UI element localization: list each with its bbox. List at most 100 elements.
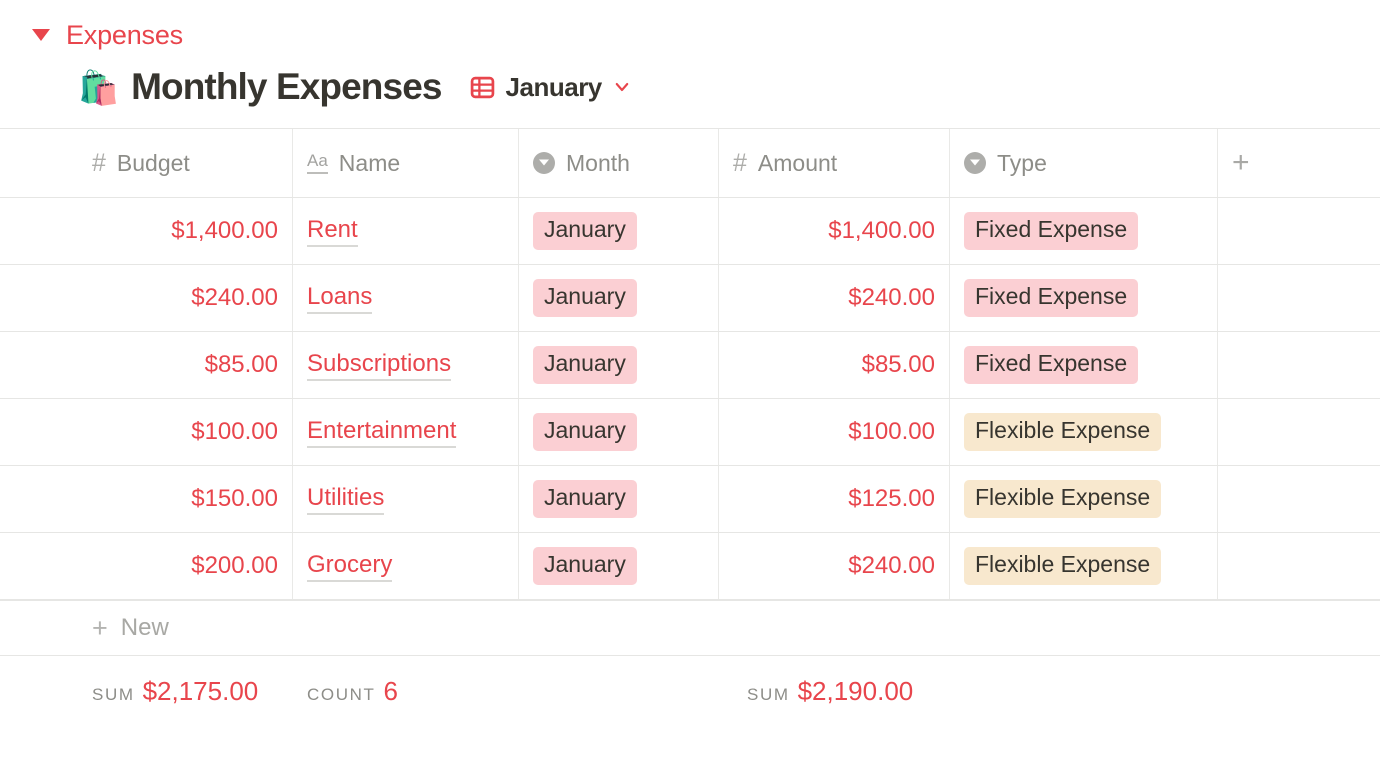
view-selector[interactable]: January <box>470 72 631 103</box>
cell-month[interactable]: January <box>519 399 719 465</box>
month-tag: January <box>533 212 637 250</box>
type-tag: Fixed Expense <box>964 212 1139 250</box>
column-header-month[interactable]: Month <box>519 129 719 197</box>
row-title-link[interactable]: Subscriptions <box>307 350 452 381</box>
month-tag: January <box>533 279 637 317</box>
cell-amount[interactable]: $1,400.00 <box>719 198 950 264</box>
amount-value: $100.00 <box>848 418 935 445</box>
budget-value: $200.00 <box>191 552 278 579</box>
number-hash-icon: # <box>733 148 747 177</box>
column-header-label: Amount <box>757 149 838 176</box>
row-gutter <box>0 265 78 331</box>
cell-budget[interactable]: $150.00 <box>78 466 293 532</box>
month-tag: January <box>533 346 637 384</box>
add-column-button[interactable]: + <box>1218 129 1380 197</box>
aggregate-label: SUM <box>747 685 790 704</box>
column-header-budget[interactable]: # Budget <box>78 129 293 197</box>
cell-name[interactable]: Utilities <box>293 466 519 532</box>
table-row[interactable]: $240.00 Loans January $240.00 Fixed Expe… <box>0 264 1380 331</box>
cell-type[interactable]: Fixed Expense <box>950 198 1218 264</box>
row-gutter <box>0 533 78 599</box>
new-row-inner[interactable]: + New <box>78 614 169 642</box>
month-tag: January <box>533 413 637 451</box>
cell-name[interactable]: Grocery <box>293 533 519 599</box>
row-title-link[interactable]: Rent <box>307 216 358 247</box>
budget-value: $150.00 <box>191 485 278 512</box>
chevron-down-icon[interactable] <box>613 78 631 96</box>
table-row[interactable]: $1,400.00 Rent January $1,400.00 Fixed E… <box>0 197 1380 264</box>
cell-budget[interactable]: $100.00 <box>78 399 293 465</box>
budget-value: $240.00 <box>191 284 278 311</box>
select-circle-icon <box>533 152 555 174</box>
column-header-label: Type <box>997 149 1047 176</box>
column-header-label: Month <box>566 149 630 176</box>
cell-month[interactable]: January <box>519 265 719 331</box>
row-title-link[interactable]: Entertainment <box>307 417 457 448</box>
cell-name[interactable]: Rent <box>293 198 519 264</box>
cell-amount[interactable]: $240.00 <box>719 533 950 599</box>
column-header-name[interactable]: Aa Name <box>293 129 519 197</box>
footer-type-empty[interactable] <box>950 656 1218 726</box>
amount-value: $125.00 <box>848 485 935 512</box>
cell-month[interactable]: January <box>519 533 719 599</box>
cell-budget[interactable]: $240.00 <box>78 265 293 331</box>
cell-budget[interactable]: $85.00 <box>78 332 293 398</box>
cell-month[interactable]: January <box>519 332 719 398</box>
cell-type[interactable]: Flexible Expense <box>950 533 1218 599</box>
row-title-link[interactable]: Utilities <box>307 484 385 515</box>
amount-value: $240.00 <box>848 284 935 311</box>
cell-name[interactable]: Entertainment <box>293 399 519 465</box>
cell-amount[interactable]: $85.00 <box>719 332 950 398</box>
cell-month[interactable]: January <box>519 198 719 264</box>
type-tag: Flexible Expense <box>964 413 1162 451</box>
type-tag: Fixed Expense <box>964 279 1139 317</box>
row-gutter <box>0 466 78 532</box>
cell-type[interactable]: Fixed Expense <box>950 265 1218 331</box>
column-header-amount[interactable]: # Amount <box>719 129 950 197</box>
table-row[interactable]: $150.00 Utilities January $125.00 Flexib… <box>0 465 1380 532</box>
row-title-link[interactable]: Grocery <box>307 551 393 582</box>
aggregate-label: COUNT <box>307 685 376 704</box>
view-name: January <box>505 71 603 102</box>
cell-budget[interactable]: $200.00 <box>78 533 293 599</box>
text-aa-icon: Aa <box>307 151 328 174</box>
footer-name-count[interactable]: COUNT 6 <box>293 656 519 726</box>
month-tag: January <box>533 480 637 518</box>
row-gutter <box>0 332 78 398</box>
expenses-table: # Budget Aa Name Month # Amount Type + $… <box>0 128 1380 726</box>
triangle-down-icon[interactable] <box>32 29 50 41</box>
column-header-type[interactable]: Type <box>950 129 1218 197</box>
cell-empty <box>1218 533 1380 599</box>
aggregate-label: SUM <box>92 685 135 704</box>
aggregate-value: 6 <box>383 676 398 706</box>
cell-type[interactable]: Fixed Expense <box>950 332 1218 398</box>
cell-name[interactable]: Subscriptions <box>293 332 519 398</box>
cell-month[interactable]: January <box>519 466 719 532</box>
table-row[interactable]: $100.00 Entertainment January $100.00 Fl… <box>0 398 1380 465</box>
cell-amount[interactable]: $125.00 <box>719 466 950 532</box>
new-row-label: New <box>120 614 169 641</box>
cell-type[interactable]: Flexible Expense <box>950 466 1218 532</box>
database-title-row: 🛍️ Monthly Expenses January <box>0 64 1380 110</box>
table-footer-row: SUM $2,175.00 COUNT 6 SUM $2,190.00 <box>0 656 1380 726</box>
type-tag: Fixed Expense <box>964 346 1139 384</box>
cell-amount[interactable]: $100.00 <box>719 399 950 465</box>
table-row[interactable]: $85.00 Subscriptions January $85.00 Fixe… <box>0 331 1380 398</box>
new-row-button[interactable]: + New <box>0 600 1380 656</box>
cell-name[interactable]: Loans <box>293 265 519 331</box>
cell-amount[interactable]: $240.00 <box>719 265 950 331</box>
row-title-link[interactable]: Loans <box>307 283 373 314</box>
footer-month-empty[interactable] <box>519 656 719 726</box>
cell-type[interactable]: Flexible Expense <box>950 399 1218 465</box>
cell-budget[interactable]: $1,400.00 <box>78 198 293 264</box>
table-row[interactable]: $200.00 Grocery January $240.00 Flexible… <box>0 532 1380 600</box>
footer-budget-sum[interactable]: SUM $2,175.00 <box>78 656 293 726</box>
row-gutter <box>0 198 78 264</box>
amount-value: $240.00 <box>848 552 935 579</box>
number-hash-icon: # <box>92 148 106 177</box>
budget-value: $100.00 <box>191 418 278 445</box>
footer-amount-sum[interactable]: SUM $2,190.00 <box>719 656 950 726</box>
amount-value: $1,400.00 <box>828 217 935 244</box>
aggregate-value: $2,175.00 <box>142 676 259 706</box>
section-header: Expenses <box>0 0 1380 50</box>
